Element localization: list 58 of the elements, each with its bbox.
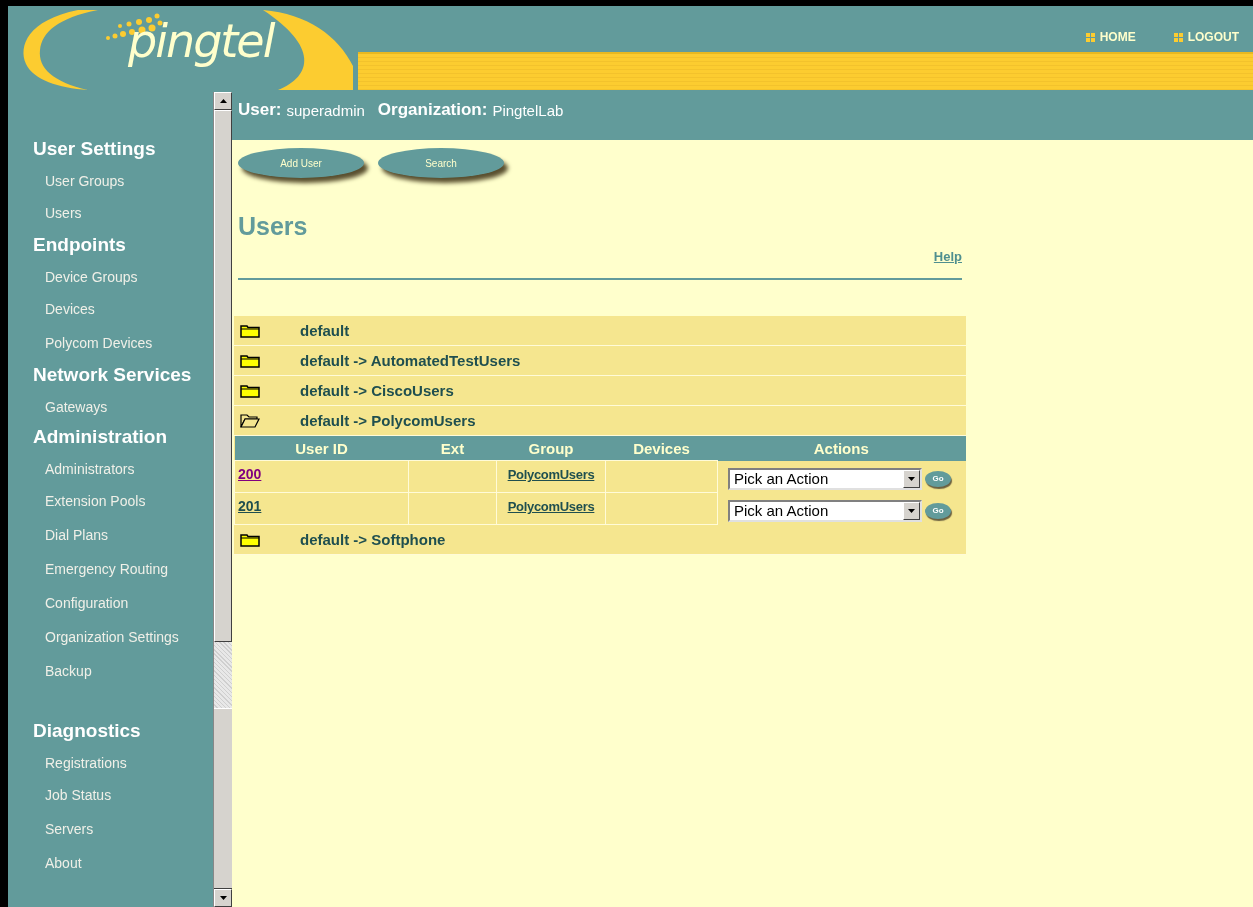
grid-icon bbox=[1085, 32, 1095, 42]
sidebar-item[interactable]: Devices bbox=[8, 292, 213, 326]
oval-button[interactable]: Add User bbox=[238, 148, 364, 178]
group-row[interactable]: default -> CiscoUsers bbox=[234, 376, 966, 406]
sidebar-item[interactable]: Users bbox=[8, 196, 213, 230]
scroll-up-button[interactable] bbox=[214, 92, 232, 110]
group-row[interactable]: default -> AutomatedTestUsers bbox=[234, 346, 966, 376]
column-header: User ID bbox=[234, 436, 409, 461]
sidebar-item[interactable]: User Groups bbox=[8, 164, 213, 196]
sidebar-item[interactable]: Device Groups bbox=[8, 260, 213, 292]
sidebar-item[interactable]: Gateways bbox=[8, 390, 213, 422]
scroll-down-button[interactable] bbox=[214, 889, 232, 907]
sidebar-item[interactable]: Backup bbox=[8, 654, 213, 688]
column-header: Devices bbox=[605, 436, 718, 461]
help-link[interactable]: Help bbox=[933, 249, 962, 264]
nav-link[interactable]: HOME bbox=[1085, 30, 1136, 44]
column-header: Ext bbox=[408, 436, 497, 461]
sidebar-item[interactable]: Administrators bbox=[8, 452, 213, 484]
go-button[interactable]: Go bbox=[925, 470, 951, 487]
scrollbar[interactable] bbox=[213, 92, 232, 907]
sidebar-item[interactable]: Emergency Routing bbox=[8, 552, 213, 586]
up-arrow-icon bbox=[219, 99, 227, 103]
sidebar-item[interactable]: Servers bbox=[8, 812, 213, 846]
sidebar-item[interactable]: Job Status bbox=[8, 778, 213, 812]
nav-link[interactable]: LOGOUT bbox=[1173, 30, 1239, 44]
group-row[interactable]: default -> Softphone bbox=[234, 525, 966, 555]
grid-icon bbox=[1173, 32, 1183, 42]
scroll-thumb[interactable] bbox=[214, 110, 232, 642]
down-arrow-icon bbox=[908, 508, 915, 513]
page-title: Users bbox=[238, 212, 308, 241]
section-heading: Diagnostics bbox=[32, 719, 142, 743]
sidebar-item[interactable]: Dial Plans bbox=[8, 518, 213, 552]
sidebar-item[interactable]: About bbox=[8, 846, 213, 880]
user-name: superadmin bbox=[286, 101, 365, 119]
action-select[interactable]: Pick an Action bbox=[728, 499, 922, 522]
sidebar-item[interactable]: Polycom Devices bbox=[8, 326, 213, 360]
sidebar-item[interactable]: Extension Pools bbox=[8, 484, 213, 518]
section-heading: User Settings bbox=[32, 137, 157, 161]
organization-name: PingtelLab bbox=[492, 101, 564, 119]
down-arrow-icon bbox=[219, 896, 227, 900]
user-id-link[interactable]: 200 bbox=[238, 466, 262, 482]
group-row[interactable]: default -> PolycomUsers bbox=[234, 406, 966, 436]
down-arrow-icon bbox=[908, 476, 915, 481]
go-button[interactable]: Go bbox=[925, 502, 951, 519]
column-header: Group bbox=[496, 436, 606, 461]
sidebar-item[interactable]: Configuration bbox=[8, 586, 213, 620]
user-id-link[interactable]: 201 bbox=[238, 498, 262, 514]
section-heading: Endpoints bbox=[32, 233, 127, 257]
user-label: User: bbox=[238, 100, 282, 120]
group-row[interactable]: default bbox=[234, 316, 966, 346]
oval-button[interactable]: Search bbox=[378, 148, 504, 178]
organization-label: Organization: bbox=[377, 100, 488, 120]
section-heading: Administration bbox=[32, 425, 169, 449]
action-select[interactable]: Pick an Action bbox=[728, 467, 922, 490]
column-header: Actions bbox=[717, 436, 966, 461]
section-heading: Network Services bbox=[32, 363, 193, 387]
sidebar-item[interactable]: Organization Settings bbox=[8, 620, 213, 654]
sidebar-item[interactable]: Registrations bbox=[8, 746, 213, 778]
